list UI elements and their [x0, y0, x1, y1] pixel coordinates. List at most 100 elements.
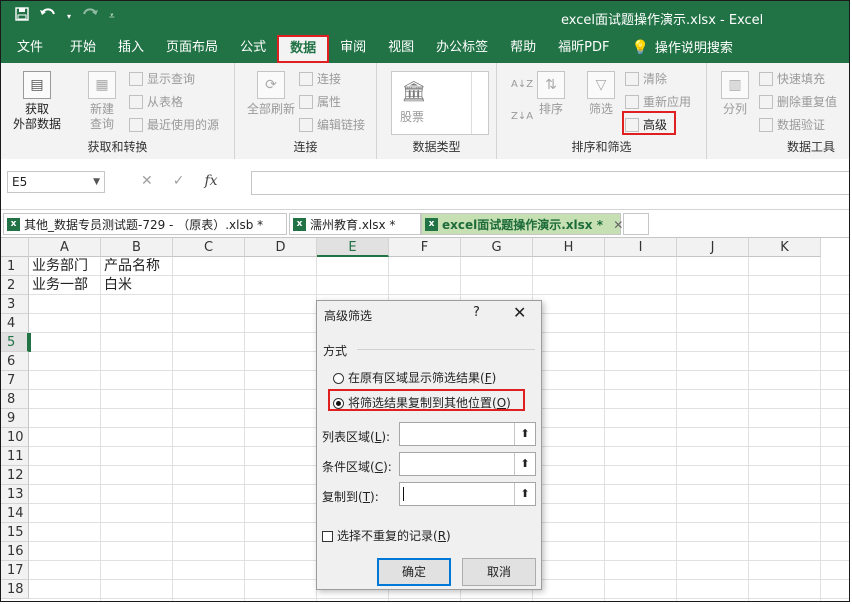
help-icon[interactable]: ?: [473, 305, 480, 320]
row-header-2[interactable]: 2: [1, 276, 29, 295]
row-header-6[interactable]: 6: [1, 352, 29, 371]
filter-button[interactable]: ▽ 筛选: [583, 71, 619, 117]
sort-a-z-button[interactable]: A↓Z: [511, 75, 533, 95]
copy-to-input[interactable]: ⬆: [399, 482, 536, 506]
row-header-4[interactable]: 4: [1, 314, 29, 333]
tab-insert[interactable]: 插入: [107, 33, 155, 63]
row-header-17[interactable]: 17: [1, 561, 29, 580]
remove-duplicates-button[interactable]: 删除重复值: [759, 92, 837, 112]
tab-page-layout[interactable]: 页面布局: [155, 33, 229, 63]
row-header-14[interactable]: 14: [1, 504, 29, 523]
tab-office-tab[interactable]: 办公标签: [425, 33, 499, 63]
column-header-i[interactable]: I: [605, 238, 677, 257]
row-header-16[interactable]: 16: [1, 542, 29, 561]
tab-data[interactable]: 数据: [277, 34, 330, 63]
collapse-dialog-icon[interactable]: ⬆: [514, 453, 535, 475]
edit-links-button[interactable]: 编辑链接: [299, 115, 365, 135]
row-header-8[interactable]: 8: [1, 390, 29, 409]
row-header-11[interactable]: 11: [1, 447, 29, 466]
row-header-10[interactable]: 10: [1, 428, 29, 447]
column-header-k[interactable]: K: [749, 238, 821, 257]
connections-icon: [299, 72, 313, 86]
cell-a2[interactable]: 业务一部: [29, 276, 88, 295]
column-header-c[interactable]: C: [173, 238, 245, 257]
data-validation-button[interactable]: 数据验证: [759, 115, 825, 135]
column-header-a[interactable]: A: [29, 238, 101, 257]
new-tab-button[interactable]: [623, 213, 649, 235]
row-header-18[interactable]: 18: [1, 580, 29, 599]
column-header-d[interactable]: D: [245, 238, 317, 257]
radio-filter-in-place[interactable]: 在原有区域显示筛选结果(F): [333, 369, 496, 386]
undo-dropdown-icon[interactable]: ▾: [67, 12, 71, 21]
connections-button[interactable]: 连接: [299, 69, 341, 89]
from-table-button[interactable]: 从表格: [129, 92, 183, 112]
column-header-j[interactable]: J: [677, 238, 749, 257]
reapply-button[interactable]: 重新应用: [625, 92, 691, 112]
cell-a1[interactable]: 业务部门: [29, 257, 88, 276]
sort-z-a-button[interactable]: Z↓A: [511, 107, 533, 127]
formula-input[interactable]: [251, 171, 849, 195]
get-external-data-button[interactable]: ▤ 获取 外部数据: [7, 71, 67, 132]
row-header-13[interactable]: 13: [1, 485, 29, 504]
cancel-button[interactable]: 取消: [462, 558, 536, 586]
collapse-dialog-icon[interactable]: ⬆: [514, 423, 535, 445]
tab-home[interactable]: 开始: [59, 33, 107, 63]
workbook-tab-3[interactable]: x excel面试题操作演示.xlsx * ✕: [421, 213, 623, 235]
criteria-range-input[interactable]: ⬆: [399, 452, 536, 476]
cell-b2[interactable]: 白米: [101, 276, 132, 295]
tell-me-search[interactable]: 💡 操作说明搜索: [620, 33, 743, 63]
close-icon[interactable]: ✕: [513, 303, 526, 322]
flash-fill-button[interactable]: 快速填充: [759, 69, 825, 89]
tab-view[interactable]: 视图: [377, 33, 425, 63]
column-header-e[interactable]: E: [317, 238, 389, 257]
insert-function-icon[interactable]: fx: [204, 173, 217, 189]
select-all-corner[interactable]: [1, 238, 29, 257]
cancel-icon[interactable]: ✕: [141, 173, 153, 189]
column-header-f[interactable]: F: [389, 238, 461, 257]
tab-formulas[interactable]: 公式: [229, 33, 277, 63]
row-header-5[interactable]: 5: [1, 333, 29, 352]
tab-help[interactable]: 帮助: [499, 33, 547, 63]
tab-file[interactable]: 文件: [1, 33, 59, 63]
gallery-scroll[interactable]: [471, 72, 488, 134]
checkbox-box[interactable]: [322, 531, 333, 542]
close-icon[interactable]: ✕: [613, 218, 623, 232]
undo-icon[interactable]: [39, 7, 57, 25]
enter-icon[interactable]: ✓: [173, 173, 185, 189]
chevron-down-icon[interactable]: ⩡: [109, 11, 115, 22]
radio-circle[interactable]: [333, 373, 344, 384]
title-bar: ▾ ⩡ excel面试题操作演示.xlsx - Excel: [1, 1, 849, 33]
new-query-button[interactable]: ▦ 新建 查询: [75, 71, 129, 132]
column-header-h[interactable]: H: [533, 238, 605, 257]
tab-foxit-pdf[interactable]: 福昕PDF: [547, 33, 620, 63]
recent-sources-button[interactable]: 最近使用的源: [129, 115, 219, 135]
sort-button[interactable]: ⇅ 排序: [535, 71, 567, 117]
ok-button[interactable]: 确定: [377, 558, 451, 586]
properties-icon: [299, 95, 313, 109]
row-header-7[interactable]: 7: [1, 371, 29, 390]
row-header-9[interactable]: 9: [1, 409, 29, 428]
name-box[interactable]: E5 ▼: [7, 171, 105, 193]
row-header-12[interactable]: 12: [1, 466, 29, 485]
row-header-1[interactable]: 1: [1, 257, 29, 276]
cell-b1[interactable]: 产品名称: [101, 257, 160, 276]
text-to-columns-button[interactable]: ▥ 分列: [715, 71, 755, 117]
column-header-g[interactable]: G: [461, 238, 533, 257]
chevron-down-icon[interactable]: ▼: [93, 172, 100, 192]
save-icon[interactable]: [15, 7, 29, 25]
workbook-tab-1[interactable]: x 其他_数据专员测试题-729 - （原表）.xlsb *: [3, 213, 287, 235]
row-header-3[interactable]: 3: [1, 295, 29, 314]
properties-button[interactable]: 属性: [299, 92, 341, 112]
unique-records-checkbox[interactable]: 选择不重复的记录(R): [322, 527, 451, 544]
show-queries-button[interactable]: 显示查询: [129, 69, 195, 89]
clear-button[interactable]: 清除: [625, 69, 667, 89]
collapse-dialog-icon[interactable]: ⬆: [514, 483, 535, 505]
redo-icon[interactable]: [81, 7, 99, 25]
workbook-tab-2[interactable]: x 濡州教育.xlsx *: [289, 213, 421, 235]
column-header-b[interactable]: B: [101, 238, 173, 257]
stocks-gallery[interactable]: 🏛 股票: [391, 71, 489, 135]
tab-review[interactable]: 审阅: [329, 33, 377, 63]
list-range-input[interactable]: ⬆: [399, 422, 536, 446]
refresh-all-button[interactable]: ⟳ 全部刷新: [241, 71, 301, 117]
row-header-15[interactable]: 15: [1, 523, 29, 542]
